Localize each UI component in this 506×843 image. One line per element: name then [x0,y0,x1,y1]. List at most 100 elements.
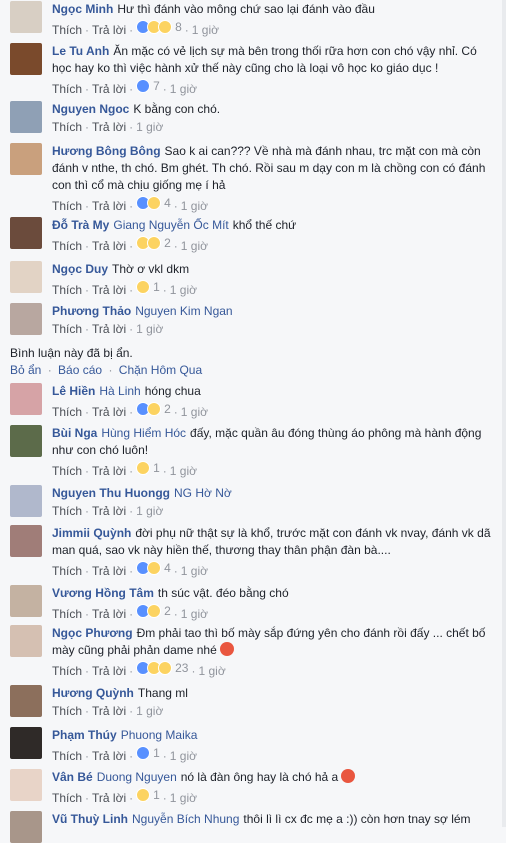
avatar[interactable] [10,625,42,657]
comment-timestamp[interactable]: 1 giờ [181,564,208,578]
comment-author[interactable]: Lê Hiền [52,384,95,398]
comment-timestamp[interactable]: 1 giờ [181,607,208,621]
reaction-summary[interactable]: 8 [136,19,182,35]
comment-author[interactable]: Vũ Thuỳ Linh [52,812,128,826]
avatar[interactable] [10,425,42,457]
reply-link[interactable]: Trả lời [92,405,126,419]
reply-link[interactable]: Trả lời [92,322,126,336]
avatar[interactable] [10,383,42,415]
reaction-summary[interactable]: 2 [136,603,171,619]
reaction-summary[interactable]: 4 [136,195,171,211]
comment-timestamp[interactable]: 1 giờ [170,464,197,478]
comment-timestamp[interactable]: 1 giờ [170,749,197,763]
like-link[interactable]: Thích [52,405,82,419]
comment-author[interactable]: Ngọc Minh [52,2,113,16]
like-link[interactable]: Thích [52,664,82,678]
reply-link[interactable]: Trả lời [92,120,126,134]
like-link[interactable]: Thích [52,564,82,578]
comment-timestamp[interactable]: 1 giờ [181,239,208,253]
reply-link[interactable]: Trả lời [92,704,126,718]
comment-author[interactable]: Đỗ Trà My [52,218,109,232]
report-link[interactable]: Báo cáo [58,363,102,377]
reply-link[interactable]: Trả lời [92,82,126,96]
avatar[interactable] [10,525,42,557]
like-link[interactable]: Thích [52,82,82,96]
reaction-summary[interactable]: 23 [136,660,188,676]
comment-author[interactable]: Jimmii Quỳnh [52,526,131,540]
like-link[interactable]: Thích [52,504,82,518]
avatar[interactable] [10,811,42,843]
avatar[interactable] [10,1,42,33]
comment-timestamp[interactable]: 1 giờ [170,82,197,96]
reply-link[interactable]: Trả lời [92,283,126,297]
reaction-summary[interactable]: 1 [136,787,160,803]
reaction-summary[interactable]: 2 [136,235,171,251]
like-link[interactable]: Thích [52,120,82,134]
comment-timestamp[interactable]: 1 giờ [136,504,163,518]
like-link[interactable]: Thích [52,199,82,213]
block-link[interactable]: Chặn Hôm Qua [119,363,202,377]
like-link[interactable]: Thích [52,239,82,253]
reply-link[interactable]: Trả lời [92,239,126,253]
reply-link[interactable]: Trả lời [92,564,126,578]
avatar[interactable] [10,685,42,717]
tagged-user[interactable]: Hà Linh [99,384,140,398]
comment-timestamp[interactable]: 1 giờ [170,283,197,297]
reaction-summary[interactable]: 1 [136,460,160,476]
reply-link[interactable]: Trả lời [92,749,126,763]
avatar[interactable] [10,727,42,759]
avatar[interactable] [10,43,42,75]
reaction-summary[interactable]: 2 [136,401,171,417]
unhide-link[interactable]: Bỏ ẩn [10,363,41,377]
reply-link[interactable]: Trả lời [92,791,126,805]
comment-author[interactable]: Hương Quỳnh [52,686,134,700]
comment-author[interactable]: Vân Bé [52,770,93,784]
scrollbar[interactable] [502,0,506,827]
avatar[interactable] [10,261,42,293]
comment-author[interactable]: Bùi Nga [52,426,97,440]
comment-timestamp[interactable]: 1 giờ [170,791,197,805]
like-link[interactable]: Thích [52,704,82,718]
like-link[interactable]: Thích [52,23,82,37]
tagged-user[interactable]: NG Hờ Nờ [174,486,232,500]
comment-timestamp[interactable]: 1 giờ [136,120,163,134]
avatar[interactable] [10,101,42,133]
like-link[interactable]: Thích [52,322,82,336]
like-link[interactable]: Thích [52,607,82,621]
tagged-user[interactable]: Phuong Maika [121,728,198,742]
reply-link[interactable]: Trả lời [92,607,126,621]
avatar[interactable] [10,585,42,617]
comment-author[interactable]: Vương Hồng Tâm [52,586,154,600]
avatar[interactable] [10,485,42,517]
comment-author[interactable]: Le Tu Anh [52,44,109,58]
comment-timestamp[interactable]: 1 giờ [136,704,163,718]
comment-timestamp[interactable]: 1 giờ [192,23,219,37]
reply-link[interactable]: Trả lời [92,504,126,518]
tagged-user[interactable]: Nguyen Kim Ngan [135,304,232,318]
avatar[interactable] [10,303,42,335]
tagged-user[interactable]: Duong Nguyen [97,770,177,784]
reply-link[interactable]: Trả lời [92,664,126,678]
comment-author[interactable]: Nguyen Thu Huongg [52,486,170,500]
reaction-summary[interactable]: 7 [136,78,160,94]
comment-author[interactable]: Ngọc Duy [52,262,108,276]
tagged-user[interactable]: Giang Nguyễn Ốc Mít [113,218,228,232]
comment-timestamp[interactable]: 1 giờ [136,322,163,336]
like-link[interactable]: Thích [52,283,82,297]
reply-link[interactable]: Trả lời [92,464,126,478]
reply-link[interactable]: Trả lời [92,199,126,213]
comment-timestamp[interactable]: 1 giờ [181,199,208,213]
tagged-user[interactable]: Nguyễn Bích Nhung [132,812,239,826]
like-link[interactable]: Thích [52,749,82,763]
avatar[interactable] [10,217,42,249]
comment-author[interactable]: Hương Bông Bông [52,144,161,158]
like-link[interactable]: Thích [52,464,82,478]
comment-author[interactable]: Phương Thảo [52,304,131,318]
reply-link[interactable]: Trả lời [92,23,126,37]
reaction-summary[interactable]: 1 [136,279,160,295]
reaction-summary[interactable]: 1 [136,745,160,761]
comment-timestamp[interactable]: 1 giờ [181,405,208,419]
comment-author[interactable]: Ngọc Phương [52,626,133,640]
tagged-user[interactable]: Hùng Hiểm Hóc [101,426,186,440]
avatar[interactable] [10,143,42,175]
